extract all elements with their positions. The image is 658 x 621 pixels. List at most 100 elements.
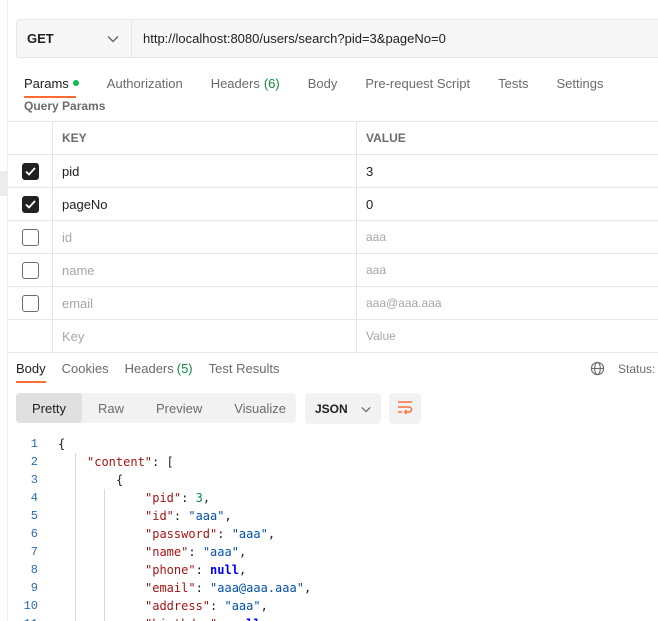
- param-value[interactable]: aaa@aaa.aaa: [357, 287, 658, 319]
- param-enabled-checkbox[interactable]: [21, 294, 39, 312]
- param-value[interactable]: aaa: [357, 254, 658, 286]
- code-token: : [: [152, 455, 174, 469]
- line-number: 4: [30, 491, 38, 505]
- method-select[interactable]: GET: [17, 20, 132, 57]
- globe-icon[interactable]: [590, 361, 605, 379]
- response-tab-cookies[interactable]: Cookies: [62, 361, 109, 376]
- response-tab-headers[interactable]: Headers (5): [125, 361, 193, 376]
- view-raw-button[interactable]: Raw: [82, 393, 140, 423]
- code-text: "birthday": null,: [52, 615, 268, 621]
- code-token: :: [210, 599, 225, 613]
- response-tab-body[interactable]: Body: [16, 361, 46, 376]
- code-line: 7 "name": "aaa",: [16, 543, 658, 561]
- tab-label: Headers: [210, 75, 260, 91]
- tab-label: Authorization: [106, 75, 183, 91]
- view-visualize-button[interactable]: Visualize: [218, 393, 302, 423]
- code-line: 4 "pid": 3,: [16, 489, 658, 507]
- response-tab-test-results[interactable]: Test Results: [209, 361, 280, 376]
- param-key[interactable]: pageNo: [53, 188, 357, 220]
- new-param-row: Key Value: [8, 320, 658, 353]
- code-token: "password": [145, 527, 218, 541]
- code-token: ,: [267, 527, 276, 541]
- code-token: {: [58, 437, 66, 451]
- tab-tests[interactable]: Tests: [498, 74, 528, 92]
- param-enabled-checkbox[interactable]: [21, 261, 39, 279]
- param-enabled-checkbox[interactable]: [21, 195, 39, 213]
- wrap-lines-button[interactable]: [389, 393, 421, 424]
- indent-guide: [104, 489, 105, 621]
- tab-params[interactable]: Params: [24, 74, 79, 92]
- request-tabs: Params Authorization Headers (6) Body Pre-req…: [24, 74, 631, 96]
- code-line: 1{: [16, 435, 658, 453]
- code-token: ,: [238, 563, 247, 577]
- line-number: 11: [16, 615, 52, 621]
- param-enabled-checkbox[interactable]: [21, 162, 39, 180]
- param-check-cell: [8, 221, 53, 253]
- response-tab-label: Body: [16, 361, 46, 376]
- param-key[interactable]: id: [53, 221, 357, 253]
- code-token: :: [195, 581, 211, 595]
- param-enabled-checkbox[interactable]: [21, 228, 39, 246]
- param-key[interactable]: name: [53, 254, 357, 286]
- code-line: 6 "password": "aaa",: [16, 525, 658, 543]
- param-value[interactable]: aaa: [357, 221, 658, 253]
- response-tab-label: Cookies: [61, 361, 109, 376]
- code-line: 8 "phone": null,: [16, 561, 658, 579]
- response-tab-indicator: [16, 381, 46, 383]
- view-pretty-button[interactable]: Pretty: [16, 393, 82, 423]
- response-tabs: Body Cookies Headers (5) Test Results: [16, 361, 295, 376]
- param-value[interactable]: 3: [357, 155, 658, 187]
- code-token: "phone": [145, 563, 196, 577]
- response-body-code[interactable]: 1{2 "content": [3{4 "pid": 3, 5 "id": "aaa",…: [16, 435, 658, 621]
- method-label: GET: [27, 31, 54, 46]
- code-token: ,: [261, 617, 268, 621]
- tab-headers[interactable]: Headers (6): [211, 74, 280, 92]
- code-line: 3{: [16, 471, 658, 489]
- code-token: ,: [202, 491, 211, 505]
- response-tab-count: (5): [176, 361, 193, 376]
- code-line: 10 "address": "aaa",: [16, 597, 658, 615]
- params-table-header: KEY VALUE: [8, 122, 658, 155]
- url-bar: GET: [16, 19, 658, 58]
- code-token: :: [173, 509, 189, 523]
- code-text: "password": "aaa",: [52, 525, 275, 543]
- new-key-input[interactable]: Key: [53, 320, 357, 352]
- params-active-dot: [72, 80, 79, 86]
- code-token: 3: [195, 491, 203, 505]
- code-text: "name": "aaa",: [52, 543, 246, 561]
- code-token: "aaa": [188, 509, 225, 523]
- new-value-input[interactable]: Value: [357, 320, 658, 352]
- tab-settings[interactable]: Settings: [556, 74, 603, 92]
- param-row: pageNo 0: [8, 188, 658, 221]
- code-token: "content": [87, 455, 153, 469]
- view-preview-button[interactable]: Preview: [140, 393, 218, 423]
- tab-authorization[interactable]: Authorization: [107, 74, 183, 92]
- code-line: 5 "id": "aaa",: [16, 507, 658, 525]
- param-row: pid 3: [8, 155, 658, 188]
- code-line: 9 "email": "aaa@aaa.aaa",: [16, 579, 658, 597]
- url-input[interactable]: [143, 31, 658, 46]
- tab-label: Body: [307, 75, 338, 91]
- code-token: ,: [224, 509, 232, 523]
- url-field: [132, 20, 658, 57]
- tab-pre-request-script[interactable]: Pre-request Script: [365, 74, 470, 92]
- line-number: 9: [30, 581, 38, 595]
- value-column-header: VALUE: [366, 131, 406, 145]
- indent-guide: [75, 453, 76, 621]
- param-row: email aaa@aaa.aaa: [8, 287, 658, 320]
- param-key[interactable]: email: [53, 287, 357, 319]
- line-number: 1: [30, 437, 38, 451]
- tab-label: Tests: [498, 75, 529, 91]
- format-select[interactable]: JSON: [305, 393, 381, 424]
- code-token: null: [232, 617, 261, 621]
- param-value[interactable]: 0: [357, 188, 658, 220]
- param-row: name aaa: [8, 254, 658, 287]
- tab-label: Params: [24, 75, 69, 91]
- tab-body[interactable]: Body: [308, 74, 338, 92]
- chevron-down-icon: [107, 31, 119, 46]
- code-token: :: [217, 617, 231, 621]
- left-panel-marker: [0, 171, 7, 196]
- param-key[interactable]: pid: [53, 155, 357, 187]
- code-token: "pid": [145, 491, 182, 505]
- code-token: :: [195, 563, 211, 577]
